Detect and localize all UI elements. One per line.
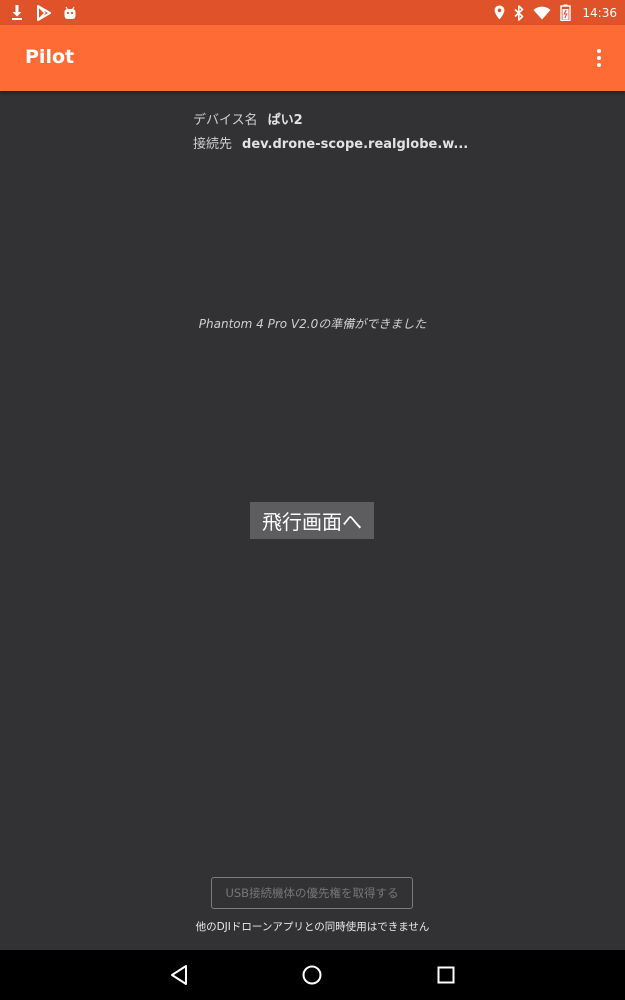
usb-note: 他のDJIドローンアプリとの同時使用はできません [195, 921, 430, 933]
bluetooth-icon [514, 4, 524, 21]
wifi-icon [533, 6, 551, 19]
system-icons: 14:36 [494, 3, 617, 22]
device-name-label: デバイス名 [193, 113, 258, 128]
app-bar: Pilot [0, 25, 625, 91]
connection-value: dev.drone-scope.realglobe.w... [242, 137, 469, 152]
notification-icons [10, 3, 77, 22]
connection-row: 接続先 dev.drone-scope.realglobe.w... [193, 133, 468, 157]
recents-icon[interactable] [433, 962, 459, 988]
overflow-menu-icon[interactable] [595, 49, 603, 67]
aircraft-ready-message: Phantom 4 Pro V2.0の準備ができました [198, 317, 427, 331]
go-to-flight-screen-button[interactable]: 飛行画面へ [250, 502, 374, 539]
back-icon[interactable] [166, 962, 192, 988]
connection-label: 接続先 [193, 137, 233, 152]
download-notification-icon [12, 5, 22, 20]
screen: 14:36 Pilot デバイス名 ぱい2 接続先 dev.drone-scop… [0, 0, 625, 1000]
app-title: Pilot [25, 46, 75, 68]
location-icon [495, 5, 505, 20]
home-icon[interactable] [299, 962, 325, 988]
device-name-value: ぱい2 [267, 113, 303, 128]
android-debug-icon [64, 6, 76, 19]
play-store-icon [37, 4, 51, 21]
battery-icon [560, 4, 572, 21]
overflow-dot [597, 63, 601, 67]
overflow-dot [597, 49, 601, 53]
device-info: デバイス名 ぱい2 接続先 dev.drone-scope.realglobe.… [193, 109, 468, 157]
overflow-dot [597, 56, 601, 60]
status-bar: 14:36 [0, 0, 625, 25]
navigation-bar [0, 950, 625, 1000]
status-time: 14:36 [582, 5, 617, 20]
usb-priority-button[interactable]: USB接続機体の優先権を取得する [211, 877, 413, 909]
device-name-row: デバイス名 ぱい2 [193, 109, 468, 133]
